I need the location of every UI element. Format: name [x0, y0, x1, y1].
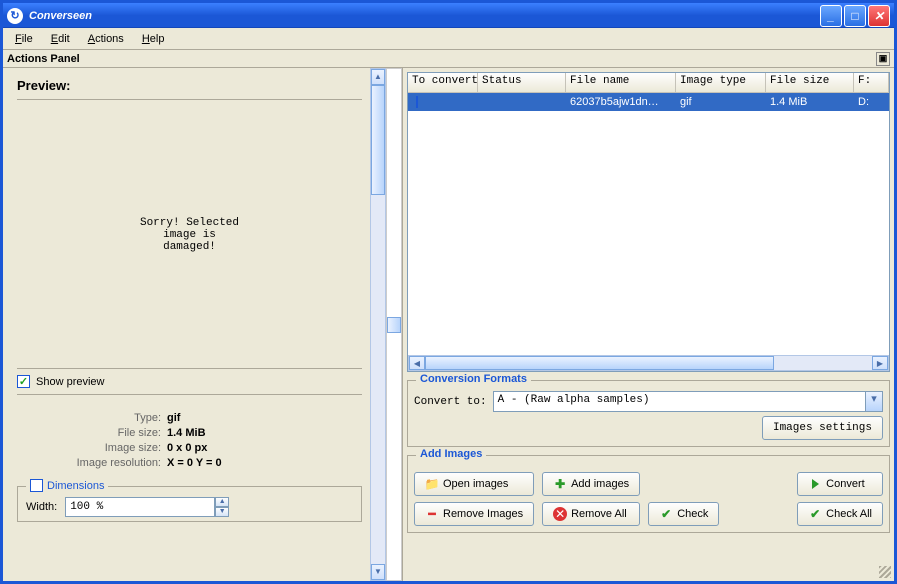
dimensions-group: Dimensions Width: ▲ ▼ [17, 486, 362, 522]
check-icon: ✔ [659, 507, 673, 521]
th-status[interactable]: Status [478, 73, 566, 92]
convert-to-combo[interactable]: A - (Raw alpha samples) ▾ [493, 391, 883, 412]
resize-grip[interactable] [879, 566, 891, 578]
titlebar: ↻ Converseen _ □ ✕ [0, 0, 897, 28]
maximize-button[interactable]: □ [844, 5, 866, 27]
remove-images-button[interactable]: ━Remove Images [414, 502, 534, 526]
meta-resolution-value: X = 0 Y = 0 [167, 457, 222, 469]
show-preview-label: Show preview [36, 376, 104, 388]
menubar: File Edit Actions Help [3, 28, 894, 50]
open-images-button[interactable]: 📁Open images [414, 472, 534, 496]
row-type: gif [676, 96, 766, 108]
width-label: Width: [26, 501, 57, 513]
dimensions-checkbox[interactable] [30, 479, 43, 492]
image-meta: Type:gif File size:1.4 MiB Image size:0 … [17, 409, 362, 472]
folder-icon: 📁 [425, 477, 439, 491]
row-size: 1.4 MiB [766, 96, 854, 108]
scroll-up-button[interactable]: ▲ [371, 69, 385, 85]
check-all-button[interactable]: ✔Check All [797, 502, 883, 526]
meta-imagesize-value: 0 x 0 px [167, 442, 207, 454]
menu-file[interactable]: File [7, 31, 41, 47]
meta-resolution-label: Image resolution: [17, 457, 167, 469]
left-scrollbar[interactable]: ▲ ▼ [370, 68, 386, 581]
row-checkbox[interactable] [416, 96, 418, 108]
table-row[interactable]: 62037b5ajw1dn… gif 1.4 MiB D: [408, 93, 889, 111]
th-extra[interactable]: F: [854, 73, 889, 92]
hscroll-thumb[interactable] [425, 356, 774, 370]
show-preview-checkbox[interactable]: ✓ [17, 375, 30, 388]
x-icon: ✕ [553, 507, 567, 521]
meta-type-value: gif [167, 412, 180, 424]
plus-icon: ✚ [553, 477, 567, 491]
dock-popout-button[interactable]: ▣ [876, 52, 890, 66]
conversion-formats-group: Conversion Formats Convert to: A - (Raw … [407, 380, 890, 447]
right-panel: To convert Status File name Image type F… [403, 68, 894, 581]
menu-edit[interactable]: Edit [43, 31, 78, 47]
add-images-legend: Add Images [416, 448, 486, 460]
scroll-down-button[interactable]: ▼ [371, 564, 385, 580]
conversion-formats-legend: Conversion Formats [416, 373, 531, 385]
meta-type-label: Type: [17, 412, 167, 424]
scroll-grip-icon[interactable] [387, 317, 401, 333]
meta-imagesize-label: Image size: [17, 442, 167, 454]
convert-button[interactable]: Convert [797, 472, 883, 496]
check-icon: ✔ [808, 507, 822, 521]
meta-filesize-label: File size: [17, 427, 167, 439]
menu-help[interactable]: Help [134, 31, 173, 47]
close-button[interactable]: ✕ [868, 5, 890, 27]
table-hscroll[interactable]: ◀ ▶ [408, 355, 889, 371]
image-table: To convert Status File name Image type F… [407, 72, 890, 372]
window-title: Converseen [29, 10, 820, 22]
scroll-thumb[interactable] [371, 85, 385, 195]
menu-actions[interactable]: Actions [80, 31, 132, 47]
minus-icon: ━ [425, 507, 439, 521]
th-file-size[interactable]: File size [766, 73, 854, 92]
left-scrollbar-secondary[interactable] [386, 68, 402, 581]
row-filename: 62037b5ajw1dn… [566, 96, 676, 108]
chevron-down-icon[interactable]: ▾ [865, 392, 882, 411]
preview-heading: Preview: [17, 78, 362, 100]
add-images-button[interactable]: ✚Add images [542, 472, 640, 496]
convert-icon [808, 477, 822, 491]
th-image-type[interactable]: Image type [676, 73, 766, 92]
window-buttons: _ □ ✕ [820, 5, 890, 27]
width-input[interactable] [65, 497, 215, 517]
add-images-group: Add Images 📁Open images ━Remove Images ✚… [407, 455, 890, 533]
row-extra: D: [854, 96, 889, 108]
actions-panel: Preview: Sorry! Selected image is damage… [3, 68, 403, 581]
convert-to-label: Convert to: [414, 396, 487, 408]
th-file-name[interactable]: File name [566, 73, 676, 92]
preview-error-text: Sorry! Selected image is damaged! [140, 217, 239, 253]
dock-title: Actions Panel [7, 53, 80, 65]
dock-title-bar: Actions Panel ▣ [3, 50, 894, 68]
app-icon: ↻ [7, 8, 23, 24]
width-spin-down[interactable]: ▼ [215, 507, 229, 517]
images-settings-button[interactable]: Images settings [762, 416, 883, 440]
preview-area: Sorry! Selected image is damaged! [17, 110, 362, 360]
minimize-button[interactable]: _ [820, 5, 842, 27]
th-to-convert[interactable]: To convert [408, 73, 478, 92]
convert-to-value: A - (Raw alpha samples) [494, 392, 865, 411]
table-header: To convert Status File name Image type F… [408, 73, 889, 93]
dimensions-legend: Dimensions [47, 480, 104, 492]
width-spin-up[interactable]: ▲ [215, 497, 229, 507]
hscroll-right-button[interactable]: ▶ [872, 356, 888, 370]
hscroll-left-button[interactable]: ◀ [409, 356, 425, 370]
check-button[interactable]: ✔Check [648, 502, 719, 526]
meta-filesize-value: 1.4 MiB [167, 427, 206, 439]
remove-all-button[interactable]: ✕Remove All [542, 502, 640, 526]
